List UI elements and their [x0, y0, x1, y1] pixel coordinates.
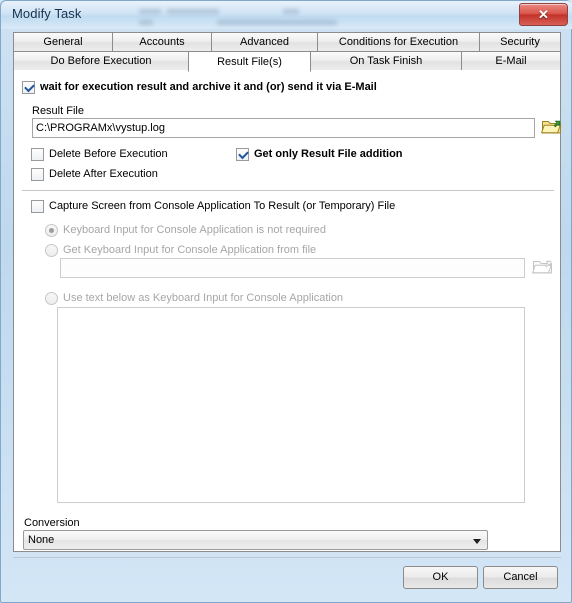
label-conversion: Conversion [24, 517, 80, 529]
tab-row-primary: General Accounts Advanced Conditions for… [13, 32, 561, 52]
tab-on-task-finish[interactable]: On Task Finish [310, 51, 462, 71]
window-title: Modify Task [12, 6, 82, 21]
label-get-only-result-file-addition: Get only Result File addition [254, 148, 403, 160]
browse-result-file-folder-open-icon[interactable] [540, 117, 563, 136]
label-delete-before-execution: Delete Before Execution [49, 148, 168, 160]
label-capture-screen: Capture Screen from Console Application … [49, 200, 396, 212]
label-delete-after-execution: Delete After Execution [49, 168, 158, 180]
radio-use-text-below[interactable] [45, 292, 58, 305]
textarea-keyboard-input[interactable] [57, 307, 525, 503]
dialog-window: Modify Task ✕ General Accounts Advanced … [0, 0, 572, 603]
close-button[interactable]: ✕ [519, 3, 568, 26]
tab-strip: General Accounts Advanced Conditions for… [13, 32, 561, 72]
chevron-down-icon [473, 539, 481, 544]
tab-security[interactable]: Security [479, 32, 561, 52]
tab-advanced[interactable]: Advanced [211, 32, 318, 52]
tab-row-secondary: Do Before Execution Result File(s) On Ta… [13, 51, 561, 72]
browse-keyboard-file-folder-open-icon[interactable] [531, 257, 554, 276]
input-result-file[interactable]: C:\PROGRAMx\vystup.log [32, 118, 535, 138]
glass-background-bleed [131, 7, 491, 27]
checkbox-delete-after-execution[interactable] [31, 168, 44, 181]
label-wait-for-execution-result: wait for execution result and archive it… [40, 81, 377, 93]
label-keyboard-input-from-file: Get Keyboard Input for Console Applicati… [63, 244, 317, 256]
tab-panel-result-files: wait for execution result and archive it… [13, 70, 561, 552]
tab-do-before-execution[interactable]: Do Before Execution [13, 51, 189, 71]
radio-keyboard-input-from-file[interactable] [45, 244, 58, 257]
tab-e-mail[interactable]: E-Mail [461, 51, 561, 71]
checkbox-capture-screen[interactable] [31, 200, 44, 213]
label-result-file: Result File [32, 105, 84, 117]
select-conversion-value: None [28, 534, 55, 546]
checkbox-delete-before-execution[interactable] [31, 148, 44, 161]
cancel-button[interactable]: Cancel [483, 566, 558, 589]
tab-accounts[interactable]: Accounts [112, 32, 212, 52]
tab-general[interactable]: General [13, 32, 113, 52]
label-use-text-below: Use text below as Keyboard Input for Con… [63, 292, 344, 304]
radio-keyboard-input-not-required[interactable] [45, 224, 58, 237]
checkbox-get-only-result-file-addition[interactable] [236, 148, 249, 161]
checkbox-wait-for-execution-result[interactable] [22, 81, 35, 94]
select-conversion[interactable]: None [23, 530, 488, 550]
input-keyboard-file[interactable] [60, 258, 525, 278]
label-keyboard-input-not-required: Keyboard Input for Console Application i… [63, 224, 326, 236]
section-divider-capture [22, 190, 554, 191]
tab-conditions-for-execution[interactable]: Conditions for Execution [317, 32, 480, 52]
ok-button[interactable]: OK [403, 566, 478, 589]
footer-divider [13, 557, 561, 558]
title-bar: Modify Task ✕ [1, 1, 572, 29]
tab-result-files[interactable]: Result File(s) [188, 51, 311, 72]
